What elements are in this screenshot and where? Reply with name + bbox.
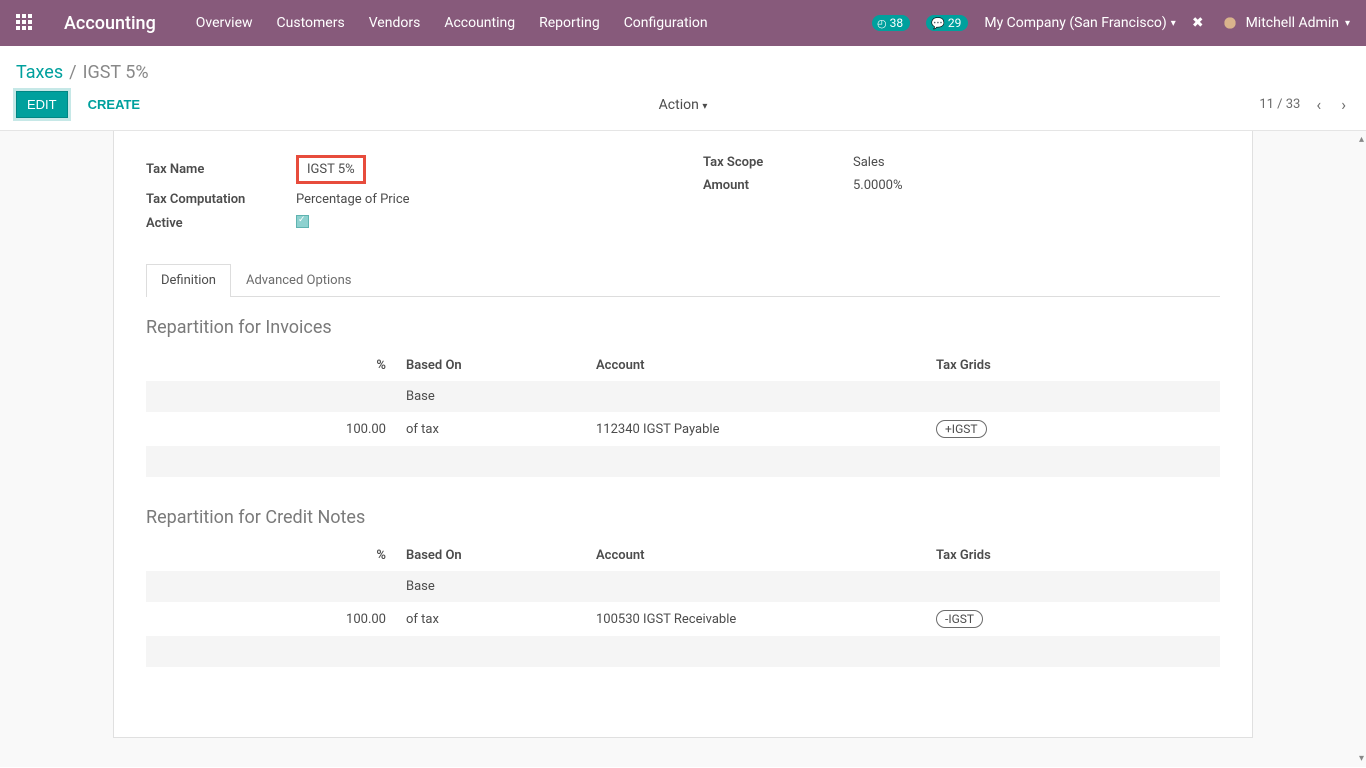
cell-account [586, 381, 926, 412]
menu-overview[interactable]: Overview [196, 15, 253, 31]
avatar [1220, 13, 1240, 33]
cell-based-on: of tax [396, 412, 586, 446]
breadcrumb-parent[interactable]: Taxes [16, 62, 63, 83]
chevron-down-icon: ▾ [702, 101, 707, 112]
table-row-empty[interactable] [146, 636, 1220, 667]
scroll-up-icon[interactable]: ▴ [1359, 134, 1364, 145]
form-sheet: Tax Name IGST 5% Tax Computation Percent… [113, 131, 1253, 738]
cell-percent: 100.00 [146, 602, 396, 636]
col-based-on: Based On [396, 540, 586, 571]
pager-next[interactable]: › [1337, 95, 1350, 114]
active-label: Active [146, 216, 296, 231]
main-menu: Overview Customers Vendors Accounting Re… [196, 15, 872, 31]
apps-icon[interactable] [16, 14, 34, 32]
menu-customers[interactable]: Customers [277, 15, 345, 31]
cell-percent [146, 381, 396, 412]
cell-account [586, 571, 926, 602]
notebook-tabs: Definition Advanced Options [146, 264, 1220, 297]
menu-reporting[interactable]: Reporting [539, 15, 600, 31]
company-name: My Company (San Francisco) [984, 15, 1166, 31]
activity-count: 38 [890, 16, 904, 30]
create-button[interactable]: CREATE [78, 92, 150, 117]
debug-icon[interactable]: ✖ [1192, 15, 1204, 31]
invoices-section-title: Repartition for Invoices [146, 317, 1220, 338]
chevron-down-icon: ▾ [1171, 18, 1176, 29]
pager: 11 / 33 ‹ › [1259, 95, 1350, 114]
col-based-on: Based On [396, 350, 586, 381]
credits-table: % Based On Account Tax Grids Base 100.00… [146, 540, 1220, 667]
amount-label: Amount [703, 178, 853, 193]
action-label: Action [659, 97, 699, 113]
cell-percent [146, 571, 396, 602]
invoices-table: % Based On Account Tax Grids Base 100.00… [146, 350, 1220, 477]
tab-advanced-options[interactable]: Advanced Options [231, 264, 366, 296]
table-row[interactable]: Base [146, 571, 1220, 602]
col-percent: % [146, 540, 396, 571]
tax-name-label: Tax Name [146, 162, 296, 177]
cell-account: 100530 IGST Receivable [586, 602, 926, 636]
clock-icon: ◴ [877, 17, 887, 30]
nav-right: ◴ 38 💬 29 My Company (San Francisco) ▾ ✖… [872, 13, 1350, 33]
messages-badge[interactable]: 💬 29 [926, 15, 968, 31]
breadcrumb: Taxes / IGST 5% [0, 46, 1366, 91]
cell-account: 112340 IGST Payable [586, 412, 926, 446]
chevron-down-icon: ▾ [1345, 18, 1350, 29]
table-row[interactable]: 100.00 of tax 100530 IGST Receivable -IG… [146, 602, 1220, 636]
menu-vendors[interactable]: Vendors [369, 15, 421, 31]
activity-badge[interactable]: ◴ 38 [872, 15, 910, 31]
tax-name-value: IGST 5% [296, 155, 366, 184]
action-dropdown[interactable]: Action ▾ [659, 97, 708, 113]
form-viewport: Tax Name IGST 5% Tax Computation Percent… [0, 131, 1366, 767]
cell-tax-grids [926, 571, 1220, 602]
cell-based-on: Base [396, 381, 586, 412]
user-menu[interactable]: Mitchell Admin ▾ [1220, 13, 1350, 33]
company-switcher[interactable]: My Company (San Francisco) ▾ [984, 15, 1175, 31]
cell-tax-grids: +IGST [926, 412, 1220, 446]
cell-tax-grids: -IGST [926, 602, 1220, 636]
tax-scope-value: Sales [853, 155, 885, 170]
menu-configuration[interactable]: Configuration [624, 15, 708, 31]
breadcrumb-separator: / [69, 62, 76, 83]
tax-grid-pill: +IGST [936, 420, 987, 438]
tax-computation-label: Tax Computation [146, 192, 296, 207]
col-percent: % [146, 350, 396, 381]
breadcrumb-current: IGST 5% [83, 62, 149, 83]
menu-accounting[interactable]: Accounting [444, 15, 515, 31]
cell-percent: 100.00 [146, 412, 396, 446]
tab-definition[interactable]: Definition [146, 264, 231, 297]
edit-button[interactable]: EDIT [16, 91, 68, 118]
cell-based-on: of tax [396, 602, 586, 636]
col-account: Account [586, 540, 926, 571]
control-panel: EDIT CREATE Action ▾ 11 / 33 ‹ › [0, 91, 1366, 131]
top-navbar: Accounting Overview Customers Vendors Ac… [0, 0, 1366, 46]
amount-value: 5.0000% [853, 178, 902, 193]
col-account: Account [586, 350, 926, 381]
tax-computation-value: Percentage of Price [296, 192, 410, 207]
credits-section-title: Repartition for Credit Notes [146, 507, 1220, 528]
table-row[interactable]: Base [146, 381, 1220, 412]
tax-scope-label: Tax Scope [703, 155, 853, 170]
form-top-fields: Tax Name IGST 5% Tax Computation Percent… [146, 155, 1220, 240]
tax-grid-pill: -IGST [936, 610, 983, 628]
messages-count: 29 [948, 16, 962, 30]
cell-based-on: Base [396, 571, 586, 602]
col-tax-grids: Tax Grids [926, 540, 1220, 571]
pager-text[interactable]: 11 / 33 [1259, 97, 1300, 112]
table-row-empty[interactable] [146, 446, 1220, 477]
active-checkbox [296, 215, 309, 228]
col-tax-grids: Tax Grids [926, 350, 1220, 381]
table-row[interactable]: 100.00 of tax 112340 IGST Payable +IGST [146, 412, 1220, 446]
cell-tax-grids [926, 381, 1220, 412]
chat-icon: 💬 [931, 17, 945, 30]
app-brand[interactable]: Accounting [64, 13, 156, 34]
scroll-down-icon[interactable]: ▾ [1359, 753, 1364, 764]
user-name: Mitchell Admin [1246, 15, 1339, 31]
pager-prev[interactable]: ‹ [1312, 95, 1325, 114]
